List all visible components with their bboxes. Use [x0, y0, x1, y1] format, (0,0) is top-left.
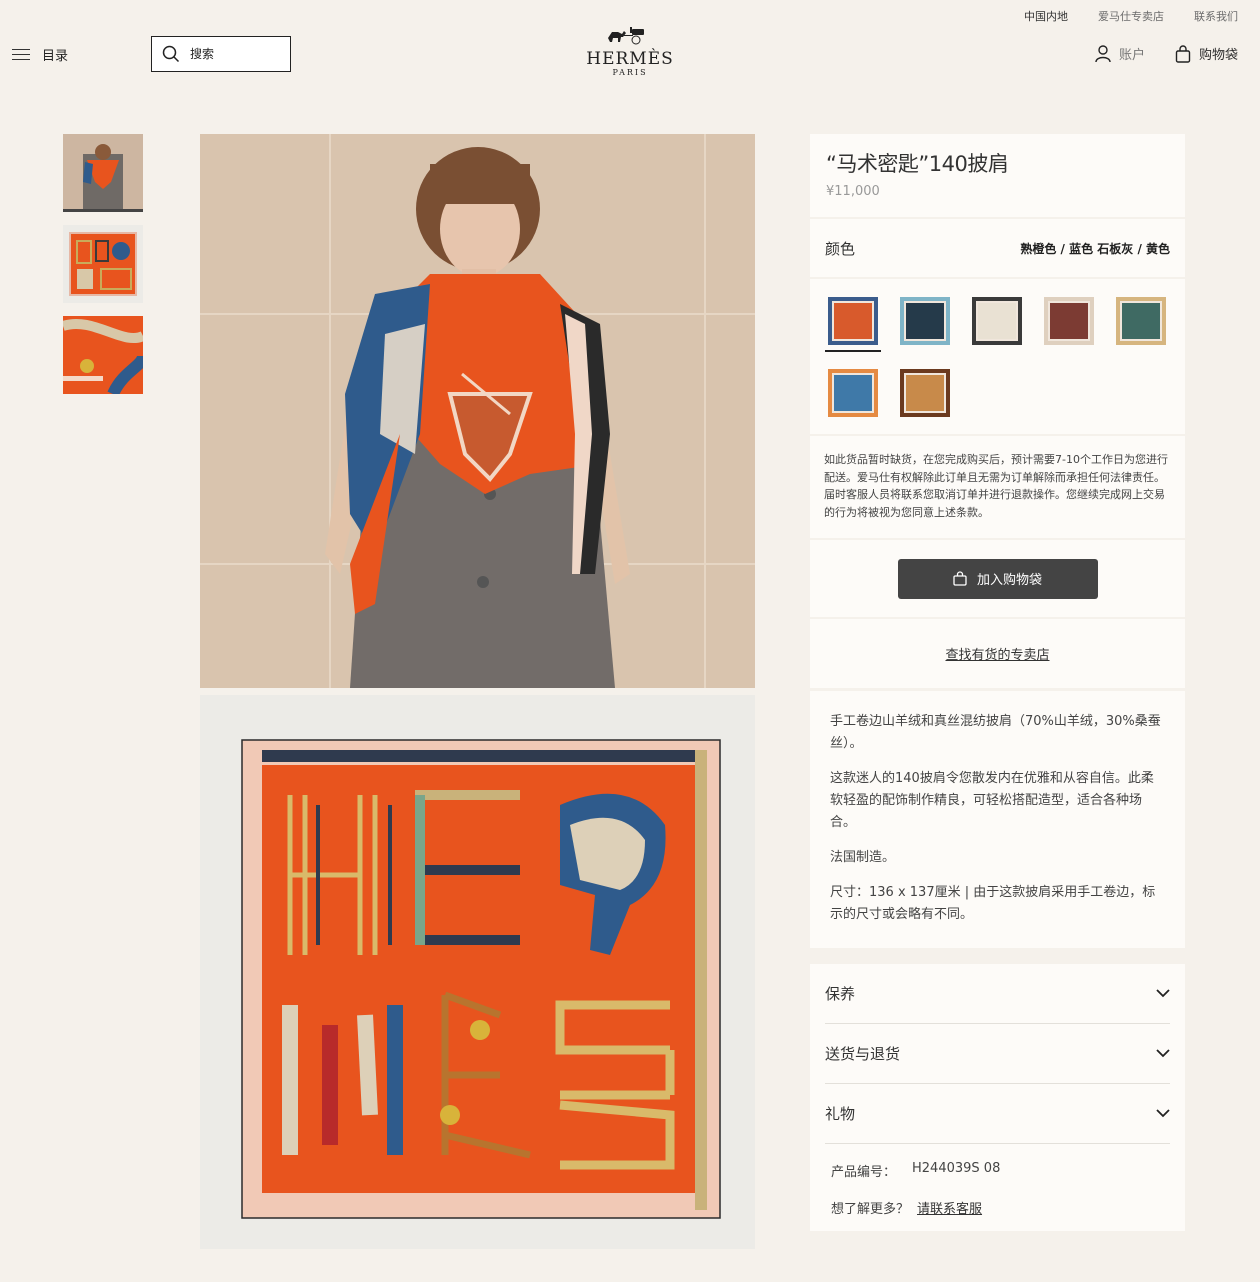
- swatch-image: [828, 369, 878, 417]
- color-swatch[interactable]: [1041, 294, 1097, 352]
- chevron-down-icon: [1156, 989, 1170, 998]
- info-accordion: 保养 送货与退货 礼物 产品编号： H244039S 08 想了解更多？ 请联系…: [810, 964, 1185, 1231]
- product-description: 手工卷边山羊绒和真丝混纺披肩（70%山羊绒，30%桑蚕丝）。 这款迷人的140披…: [810, 691, 1185, 948]
- care-label: 保养: [825, 985, 856, 1003]
- swatch-image: [900, 297, 950, 345]
- delivery-label: 送货与退货: [825, 1045, 901, 1063]
- detail-thumbnail-image: [63, 316, 143, 394]
- logo-subtitle: PARIS: [612, 68, 648, 77]
- color-value: 熟橙色 / 蓝色 石板灰 / 黄色: [1020, 241, 1170, 256]
- color-swatch[interactable]: [825, 366, 881, 424]
- color-swatch[interactable]: [825, 294, 881, 352]
- swatch-grid: [825, 294, 1170, 424]
- store-finder: 查找有货的专卖店: [810, 619, 1185, 688]
- horse-carriage-icon: [608, 27, 644, 45]
- thumbnail-scarf[interactable]: [63, 225, 143, 303]
- bag-button[interactable]: 购物袋: [1175, 44, 1238, 63]
- product-title: “马术密匙”140披肩: [826, 152, 1009, 176]
- scarf-photo: [200, 695, 755, 1249]
- find-store-link[interactable]: 查找有货的专卖店: [945, 644, 1049, 663]
- region-link[interactable]: 中国内地: [1024, 8, 1068, 24]
- model-thumbnail-image: [63, 134, 143, 212]
- more-info-label: 想了解更多？: [831, 1202, 910, 1217]
- account-label: 账户: [1118, 48, 1145, 63]
- account-button[interactable]: 账户: [1095, 44, 1145, 63]
- sku-value: H244039S 08: [912, 1161, 1001, 1176]
- color-swatches: [810, 279, 1185, 434]
- thumbnail-detail[interactable]: [63, 316, 143, 394]
- brand-logo[interactable]: HERMÈS PARIS: [585, 26, 675, 77]
- contact-link[interactable]: 联系我们: [1194, 8, 1238, 24]
- product-image-model[interactable]: [200, 134, 755, 688]
- utility-bar: 中国内地 爱马仕专卖店 联系我们: [1024, 8, 1238, 24]
- search-input[interactable]: [190, 47, 280, 61]
- header-actions: 账户 购物袋: [1095, 44, 1238, 63]
- color-swatch[interactable]: [969, 294, 1025, 352]
- chevron-down-icon: [1156, 1049, 1170, 1058]
- user-icon: [1095, 44, 1111, 62]
- color-swatch[interactable]: [897, 294, 953, 352]
- contact-service-link[interactable]: 请联系客服: [917, 1198, 982, 1217]
- cart-section: 加入购物袋: [810, 540, 1185, 617]
- color-row: 颜色 熟橙色 / 蓝色 石板灰 / 黄色: [810, 219, 1185, 277]
- model-photo: [200, 134, 755, 688]
- stores-link[interactable]: 爱马仕专卖店: [1098, 8, 1164, 24]
- accordion-delivery[interactable]: 送货与退货: [825, 1024, 1170, 1084]
- scarf-thumbnail-image: [63, 225, 143, 303]
- product-image-scarf[interactable]: [200, 695, 755, 1249]
- swatch-image: [1044, 297, 1094, 345]
- color-label: 颜色: [825, 239, 856, 258]
- swatch-image: [900, 369, 950, 417]
- search-box[interactable]: [151, 36, 291, 72]
- swatch-image: [828, 297, 878, 345]
- description-size: 尺寸：136 x 137厘米 | 由于这款披肩采用手工卷边，标示的尺寸或会略有不…: [830, 885, 1156, 922]
- color-swatch[interactable]: [897, 366, 953, 424]
- logo-wordmark: HERMÈS: [586, 49, 674, 69]
- stock-notice: 如此货品暂时缺货，在您完成购买后，预计需要7-10个工作日为您进行配送。爱马仕有…: [810, 436, 1185, 538]
- accordion-gift[interactable]: 礼物: [825, 1084, 1170, 1144]
- hamburger-icon: [12, 48, 30, 62]
- menu-label: 目录: [42, 49, 69, 64]
- swatch-image: [1116, 297, 1166, 345]
- add-to-bag-label: 加入购物袋: [976, 573, 1042, 588]
- shopping-bag-icon: [1175, 44, 1191, 63]
- sku-label: 产品编号：: [831, 1165, 897, 1180]
- shopping-bag-icon: [953, 571, 967, 586]
- description-material: 手工卷边山羊绒和真丝混纺披肩（70%山羊绒，30%桑蚕丝）。: [830, 714, 1161, 751]
- description-origin: 法国制造。: [830, 850, 896, 865]
- thumbnail-list: [63, 134, 143, 407]
- color-swatch[interactable]: [1113, 294, 1169, 352]
- product-header: “马术密匙”140披肩 ¥11,000: [810, 134, 1185, 217]
- product-meta: 产品编号： H244039S 08 想了解更多？ 请联系客服: [825, 1161, 1170, 1217]
- bag-label: 购物袋: [1198, 48, 1238, 63]
- gift-label: 礼物: [825, 1105, 856, 1123]
- chevron-down-icon: [1156, 1109, 1170, 1118]
- add-to-bag-button[interactable]: 加入购物袋: [897, 558, 1098, 599]
- search-icon: [162, 45, 180, 63]
- swatch-image: [972, 297, 1022, 345]
- description-intro: 这款迷人的140披肩令您散发内在优雅和从容自信。此柔软轻盈的配饰制作精良，可轻松…: [830, 771, 1154, 830]
- accordion-care[interactable]: 保养: [825, 964, 1170, 1024]
- product-price: ¥11,000: [826, 184, 880, 199]
- menu-button[interactable]: 目录: [12, 45, 68, 64]
- thumbnail-model[interactable]: [63, 134, 143, 212]
